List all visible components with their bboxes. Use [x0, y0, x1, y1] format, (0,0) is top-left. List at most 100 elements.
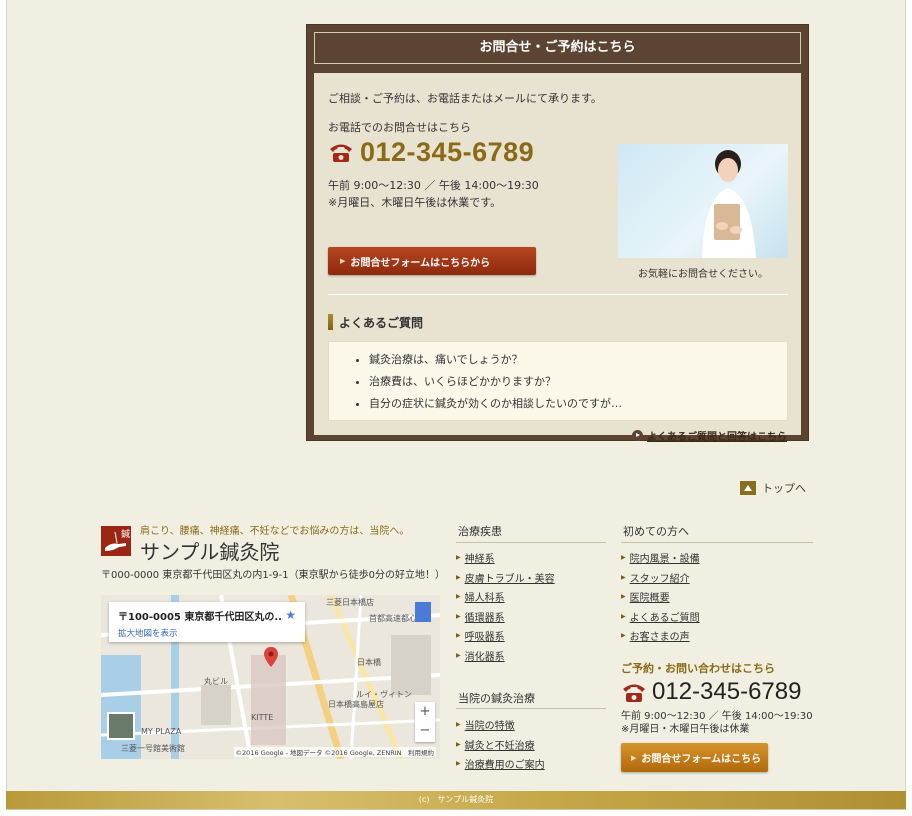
map-attribution: ©2016 Google - 地図データ ©2016 Google, ZENRI… [233, 747, 436, 757]
footer-hours: 午前 9:00〜12:30 ／ 午後 14:00〜19:30 ※月曜日・木曜日午… [621, 710, 813, 736]
arrow-right-icon: ▶ [456, 740, 461, 748]
clinic-catchphrase: 肩こり、腰痛、神経痛、不妊などでお悩みの方は、当院へ。 [140, 526, 410, 537]
footer-nav-item[interactable]: ▶ 治療費用のご案内 [456, 754, 545, 774]
footer-nav-label: 院内風景・設備 [629, 554, 700, 566]
arrow-right-icon: ▶ [621, 554, 626, 562]
clinic-name: サンプル鍼灸院 [140, 540, 280, 564]
arrow-right-icon: ▶ [340, 257, 346, 265]
pegman-icon[interactable] [415, 602, 431, 622]
map-label: 日本橋高島屋店 [328, 700, 384, 709]
footer-nav-item[interactable]: ▶ 婦人科系 [456, 587, 555, 607]
arrow-right-icon: ▶ [456, 573, 461, 581]
arrow-right-icon: ▶ [456, 651, 461, 659]
photo-caption: お気軽にお問合せください。 [638, 269, 768, 280]
footer-nav-label: 鍼灸と不妊治療 [464, 740, 535, 752]
footer-col3-heading: 初めての方へ [623, 525, 689, 538]
footer-nav-item[interactable]: ▶ 院内風景・設備 [621, 548, 700, 568]
divider [456, 708, 606, 709]
to-top-link[interactable]: トップへ [740, 480, 806, 496]
footer-nav-label: お客さまの声 [629, 632, 690, 644]
play-circle-icon [632, 430, 643, 441]
arrow-right-icon: ▶ [621, 632, 626, 640]
footer-hours-line-1: 午前 9:00〜12:30 ／ 午後 14:00〜19:30 [621, 711, 813, 722]
footer-nav-item[interactable]: ▶ 医院概要 [621, 587, 700, 607]
footer-col2-list: ▶ 当院の特徴 ▶ 鍼灸と不妊治療 ▶ 治療費用のご案内 [456, 715, 545, 774]
faq-heading: よくあるご質問 [328, 313, 423, 331]
map-info-card: 〒100-0005 東京都千代田区丸の... 拡大地図を表示 ★ [109, 602, 305, 642]
business-hours: 午前 9:00〜12:30 ／ 午後 14:00〜19:30 ※月曜日、木曜日午… [328, 177, 539, 211]
arrow-right-icon: ▶ [631, 753, 637, 762]
footer-contact-title: ご予約・お問い合わせはこちら [621, 662, 775, 675]
footer-nav-item[interactable]: ▶ 当院の特徴 [456, 715, 545, 735]
footer-nav-item[interactable]: ▶ 消化器系 [456, 646, 555, 666]
tel-number[interactable]: 012-345-6789 [360, 137, 534, 168]
footer-col1-list: ▶ 神経系 ▶ 皮膚トラブル・美容 ▶ 婦人科系 ▶ 循環器系 ▶ 呼吸器系 ▶ 消化器系 [456, 548, 555, 665]
footer-col1-heading: 治療疾患 [458, 525, 502, 538]
footer-nav-item[interactable]: ▶ お客さまの声 [621, 626, 700, 646]
footer-nav-item[interactable]: ▶ よくあるご質問 [621, 607, 700, 627]
faq-list: 鍼灸治療は、痛いでしょうか？ 治療費は、いくらほどかかりますか？ 自分の症状に鍼… [328, 341, 788, 421]
map-label: 日本橋 [357, 658, 381, 667]
contact-form-button-label: お問合せフォームはこちらから [350, 257, 491, 269]
footer-nav-item[interactable]: ▶ 呼吸器系 [456, 626, 555, 646]
footer-contact-form-button-label: お問合せフォームはこちら [641, 754, 762, 765]
footer-tel-block: 012-345-6789 [621, 676, 801, 708]
footer-contact-form-button[interactable]: ▶ お問合せフォームはこちら [621, 743, 768, 772]
footer-col2-heading: 当院の鍼灸治療 [458, 692, 535, 705]
footer-col3-list: ▶ 院内風景・設備 ▶ スタッフ紹介 ▶ 医院概要 ▶ よくあるご質問 ▶ お客さまの声 [621, 548, 700, 646]
footer-nav-item[interactable]: ▶ 皮膚トラブル・美容 [456, 568, 555, 588]
footer-nav-item[interactable]: ▶ スタッフ紹介 [621, 568, 700, 588]
footer-nav-item[interactable]: ▶ 神経系 [456, 548, 555, 568]
arrow-right-icon: ▶ [456, 612, 461, 620]
zoom-out-icon[interactable]: − [415, 721, 435, 740]
footer-nav-label: 婦人科系 [464, 593, 505, 605]
contact-panel: お問合せ・ご予約はこちら ご相談・ご予約は、お電話またはメールにて承ります。 お… [306, 24, 809, 443]
footer-nav-label: よくあるご質問 [629, 612, 700, 624]
footer-nav-label: 当院の特徴 [464, 721, 515, 733]
footer-tel-number[interactable]: 012-345-6789 [652, 678, 801, 706]
faq-more-link[interactable]: よくあるご質問と回答はこちら [632, 428, 787, 443]
map-label: MY PLAZA [141, 727, 182, 736]
copyright-bar: (c) サンプル鍼灸院 [6, 791, 906, 809]
nurse-illustration-icon [702, 150, 756, 258]
arrow-right-icon: ▶ [456, 632, 461, 640]
footer-nav-label: 治療費用のご案内 [464, 760, 545, 772]
contact-form-button[interactable]: ▶ お問合せフォームはこちらから [328, 247, 536, 275]
page: お問合せ・ご予約はこちら ご相談・ご予約は、お電話またはメールにて承ります。 お… [6, 0, 906, 810]
arrow-up-icon [740, 481, 756, 495]
footer-nav-item[interactable]: ▶ 循環器系 [456, 607, 555, 627]
satellite-toggle[interactable] [107, 712, 135, 740]
clinic-logo[interactable]: 鍼 [101, 526, 131, 556]
faq-heading-text: よくあるご質問 [339, 315, 424, 330]
map-label: KITTE [251, 713, 274, 722]
star-icon[interactable]: ★ [285, 608, 296, 622]
divider [456, 542, 606, 543]
faq-item: 治療費は、いくらほどかかりますか？ [369, 373, 787, 395]
map-enlarge-link[interactable]: 拡大地図を表示 [118, 627, 305, 639]
contact-heading: お問合せ・ご予約はこちら [314, 32, 801, 64]
footer-nav-label: 神経系 [464, 554, 495, 566]
map-label: 丸ビル [204, 677, 228, 686]
zoom-in-icon[interactable]: + [415, 702, 435, 721]
tel-block: 012-345-6789 [328, 135, 534, 169]
arrow-right-icon: ▶ [621, 593, 626, 601]
faq-item: 鍼灸治療は、痛いでしょうか？ [369, 351, 787, 373]
tel-label: お電話でのお問合せはこちら [328, 121, 471, 134]
footer-nav-label: スタッフ紹介 [629, 573, 690, 585]
arrow-right-icon: ▶ [456, 593, 461, 601]
divider [621, 542, 813, 543]
heading-bar-icon [328, 314, 333, 330]
google-map[interactable]: 三菱日本橋店 首都高速都心環 日本橋 丸ビル KITTE ルイ・ヴィトン 日本橋… [101, 595, 440, 759]
arrow-right-icon: ▶ [621, 612, 626, 620]
staff-photo [618, 144, 788, 258]
map-zoom-control[interactable]: + − [415, 702, 435, 742]
hours-line-2: ※月曜日、木曜日午後は休業です。 [328, 196, 502, 209]
to-top-label: トップへ [762, 482, 806, 495]
footer-nav-label: 医院概要 [629, 593, 670, 605]
hand-needle-icon [105, 531, 126, 551]
footer-nav-item[interactable]: ▶ 鍼灸と不妊治療 [456, 735, 545, 755]
faq-item: 自分の症状に鍼灸が効くのか相談したいのですが… [369, 395, 787, 417]
footer-hours-line-2: ※月曜日・木曜日午後は休業 [621, 724, 750, 735]
arrow-right-icon: ▶ [456, 760, 461, 768]
map-pin-icon[interactable] [264, 647, 278, 667]
